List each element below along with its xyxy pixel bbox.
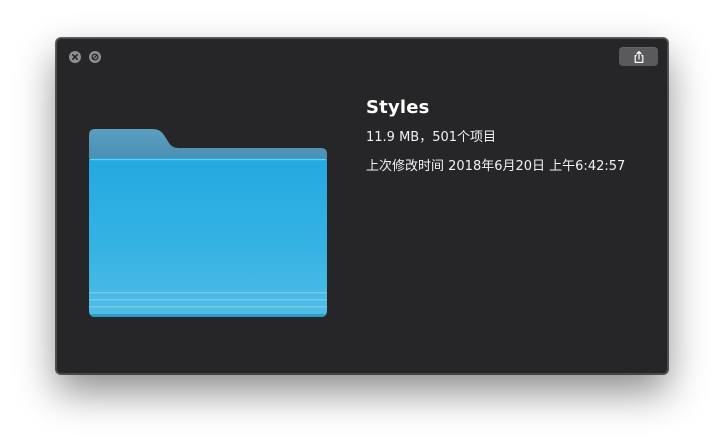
folder-icon (89, 129, 327, 317)
file-info: Styles 11.9 MB，501个项目 上次修改时间 2018年6月20日 … (366, 97, 625, 175)
close-icon (72, 54, 78, 60)
folder-preview (89, 129, 329, 319)
share-button[interactable] (619, 47, 658, 66)
quick-look-window: Styles 11.9 MB，501个项目 上次修改时间 2018年6月20日 … (56, 38, 668, 374)
file-size-items: 11.9 MB，501个项目 (366, 130, 497, 145)
file-modified-date: 上次修改时间 2018年6月20日 上午6:42:57 (366, 159, 626, 174)
fullscreen-icon (91, 53, 99, 61)
share-icon (634, 50, 643, 63)
file-name: Styles (366, 97, 430, 118)
close-button[interactable] (69, 51, 81, 63)
fullscreen-button[interactable] (89, 51, 101, 63)
